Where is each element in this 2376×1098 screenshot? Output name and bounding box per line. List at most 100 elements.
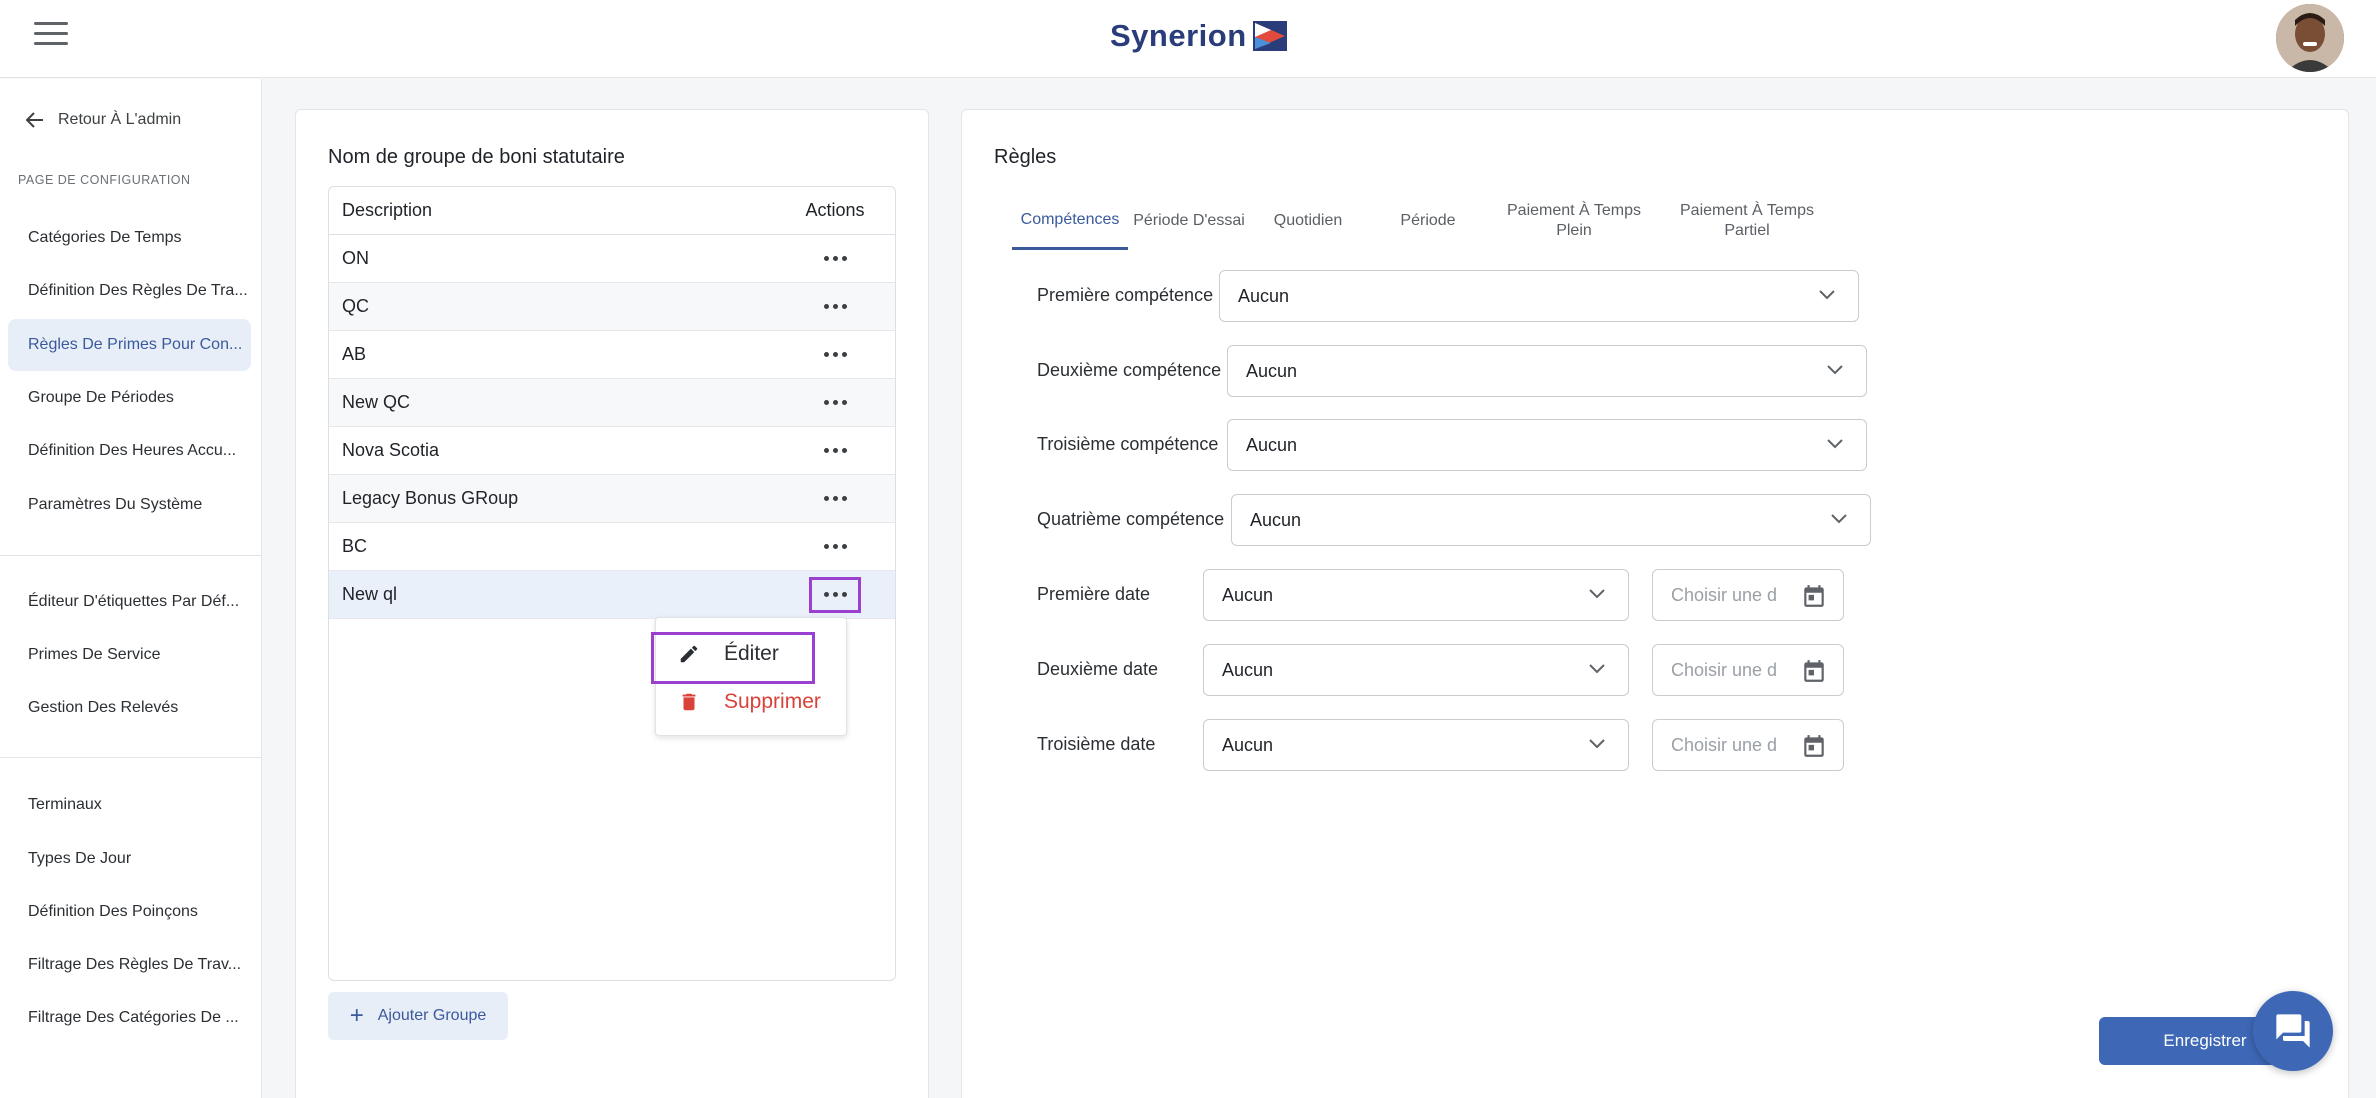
- calendar-icon[interactable]: [1801, 732, 1827, 760]
- calendar-icon[interactable]: [1801, 657, 1827, 685]
- second-competence-select[interactable]: Aucun: [1227, 345, 1867, 397]
- groups-table: Description Actions ON QC AB New QC Nova…: [328, 186, 896, 981]
- tab-part-time-pay[interactable]: Paiement À Temps Partiel: [1658, 192, 1836, 250]
- table-row[interactable]: Nova Scotia: [329, 427, 895, 475]
- first-competence-select[interactable]: Aucun: [1219, 270, 1859, 322]
- first-date-select[interactable]: Aucun: [1203, 569, 1629, 621]
- chevron-down-icon: [1827, 365, 1843, 375]
- field-label: Première date: [1037, 584, 1151, 604]
- top-header: Synerion: [0, 0, 2376, 78]
- sidebar-item-day-types[interactable]: Types De Jour: [8, 833, 251, 885]
- table-row[interactable]: BC: [329, 523, 895, 571]
- sidebar-item-work-rules-filter[interactable]: Filtrage Des Règles De Trav...: [8, 939, 251, 991]
- more-actions-icon[interactable]: [810, 529, 860, 565]
- row-description: BC: [342, 536, 368, 556]
- more-actions-icon[interactable]: [810, 385, 860, 421]
- sidebar-item-accrued-hours[interactable]: Définition Des Heures Accu...: [8, 425, 251, 477]
- sidebar-item-system-settings[interactable]: Paramètres Du Système: [8, 479, 251, 531]
- select-value: Aucun: [1222, 659, 1274, 680]
- more-actions-icon[interactable]: [810, 433, 860, 469]
- table-row[interactable]: ON: [329, 235, 895, 283]
- back-to-admin-link[interactable]: Retour À L'admin: [26, 111, 181, 129]
- row-description: New QC: [342, 392, 411, 412]
- edit-menu-item[interactable]: Éditer: [656, 632, 848, 676]
- chat-button[interactable]: [2253, 991, 2333, 1071]
- fourth-competence-select[interactable]: Aucun: [1231, 494, 1871, 546]
- column-actions: Actions: [805, 200, 865, 220]
- chevron-down-icon: [1589, 664, 1605, 674]
- menu-icon[interactable]: [34, 22, 68, 48]
- delete-menu-item[interactable]: Supprimer: [656, 680, 848, 724]
- third-competence-select[interactable]: Aucun: [1227, 419, 1867, 471]
- more-actions-icon[interactable]: [810, 337, 860, 373]
- date-placeholder: Choisir une d: [1671, 659, 1778, 680]
- sidebar: Retour À L'admin PAGE DE CONFIGURATION C…: [0, 79, 262, 1098]
- back-label: Retour À L'admin: [58, 111, 182, 128]
- date-placeholder: Choisir une d: [1671, 734, 1778, 755]
- brand-logo-icon: [1252, 21, 1287, 51]
- sidebar-item-bonus-rules[interactable]: Règles De Primes Pour Con...: [8, 319, 251, 371]
- section-label: PAGE DE CONFIGURATION: [18, 173, 191, 187]
- logo: Synerion: [1110, 14, 1289, 58]
- plus-icon: +: [349, 1002, 364, 1029]
- divider: [0, 757, 262, 758]
- more-actions-icon[interactable]: [810, 241, 860, 277]
- field-label: Deuxième date: [1037, 659, 1159, 679]
- more-actions-icon[interactable]: [810, 481, 860, 517]
- tab-full-time-pay[interactable]: Paiement À Temps Plein: [1490, 192, 1658, 250]
- table-row-selected[interactable]: New ql: [329, 571, 895, 619]
- tab-daily[interactable]: Quotidien: [1250, 192, 1366, 250]
- sidebar-item-service-bonus[interactable]: Primes De Service: [8, 629, 251, 681]
- tab-competences[interactable]: Compétences: [1012, 192, 1128, 250]
- table-row[interactable]: New QC: [329, 379, 895, 427]
- sidebar-item-statement-management[interactable]: Gestion Des Relevés: [8, 682, 251, 734]
- edit-label: Éditer: [724, 642, 779, 665]
- brand-name: Synerion: [1110, 18, 1247, 53]
- tab-trial-period[interactable]: Période D'essai: [1128, 192, 1250, 250]
- divider: [0, 555, 262, 556]
- more-actions-icon[interactable]: [810, 289, 860, 325]
- chevron-down-icon: [1827, 439, 1843, 449]
- calendar-icon[interactable]: [1801, 582, 1827, 610]
- select-value: Aucun: [1246, 360, 1298, 381]
- second-date-select[interactable]: Aucun: [1203, 644, 1629, 696]
- first-date-input[interactable]: Choisir une d: [1652, 569, 1844, 621]
- field-label: Quatrième compétence: [1037, 509, 1225, 529]
- rules-tabs: Compétences Période D'essai Quotidien Pé…: [1012, 192, 1836, 250]
- row-description: Nova Scotia: [342, 440, 440, 460]
- avatar[interactable]: [2276, 4, 2344, 72]
- table-header: Description Actions: [329, 187, 895, 235]
- row-description: QC: [342, 296, 369, 316]
- sidebar-item-work-rules[interactable]: Définition Des Règles De Tra...: [8, 265, 251, 317]
- select-value: Aucun: [1222, 584, 1274, 605]
- add-group-label: Ajouter Groupe: [377, 1007, 487, 1024]
- rules-panel: Règles Compétences Période D'essai Quoti…: [961, 109, 2349, 1098]
- more-actions-icon[interactable]: [809, 576, 861, 613]
- select-value: Aucun: [1246, 434, 1298, 455]
- third-date-select[interactable]: Aucun: [1203, 719, 1629, 771]
- arrow-left-icon: [26, 112, 43, 128]
- groups-panel: Nom de groupe de boni statutaire Descrip…: [295, 109, 929, 1098]
- chevron-down-icon: [1589, 739, 1605, 749]
- add-group-button[interactable]: + Ajouter Groupe: [328, 992, 508, 1040]
- chevron-down-icon: [1819, 290, 1835, 300]
- field-label: Troisième compétence: [1037, 434, 1219, 454]
- tab-period[interactable]: Période: [1366, 192, 1490, 250]
- sidebar-item-categories-filter[interactable]: Filtrage Des Catégories De ...: [8, 992, 251, 1044]
- second-date-input[interactable]: Choisir une d: [1652, 644, 1844, 696]
- row-description: Legacy Bonus GRoup: [342, 488, 519, 508]
- delete-label: Supprimer: [724, 690, 821, 713]
- rules-title: Règles: [994, 146, 1057, 168]
- sidebar-item-punch-definitions[interactable]: Définition Des Poinçons: [8, 886, 251, 938]
- table-row[interactable]: Legacy Bonus GRoup: [329, 475, 895, 523]
- row-description: ON: [342, 248, 369, 268]
- user-avatar-icon: [2276, 4, 2344, 72]
- row-description: AB: [342, 344, 367, 364]
- sidebar-item-time-categories[interactable]: Catégories De Temps: [8, 212, 251, 264]
- third-date-input[interactable]: Choisir une d: [1652, 719, 1844, 771]
- sidebar-item-terminals[interactable]: Terminaux: [8, 779, 251, 831]
- sidebar-item-label-editor[interactable]: Éditeur D'étiquettes Par Déf...: [8, 576, 251, 628]
- table-row[interactable]: QC: [329, 283, 895, 331]
- sidebar-item-period-group[interactable]: Groupe De Périodes: [8, 372, 251, 424]
- table-row[interactable]: AB: [329, 331, 895, 379]
